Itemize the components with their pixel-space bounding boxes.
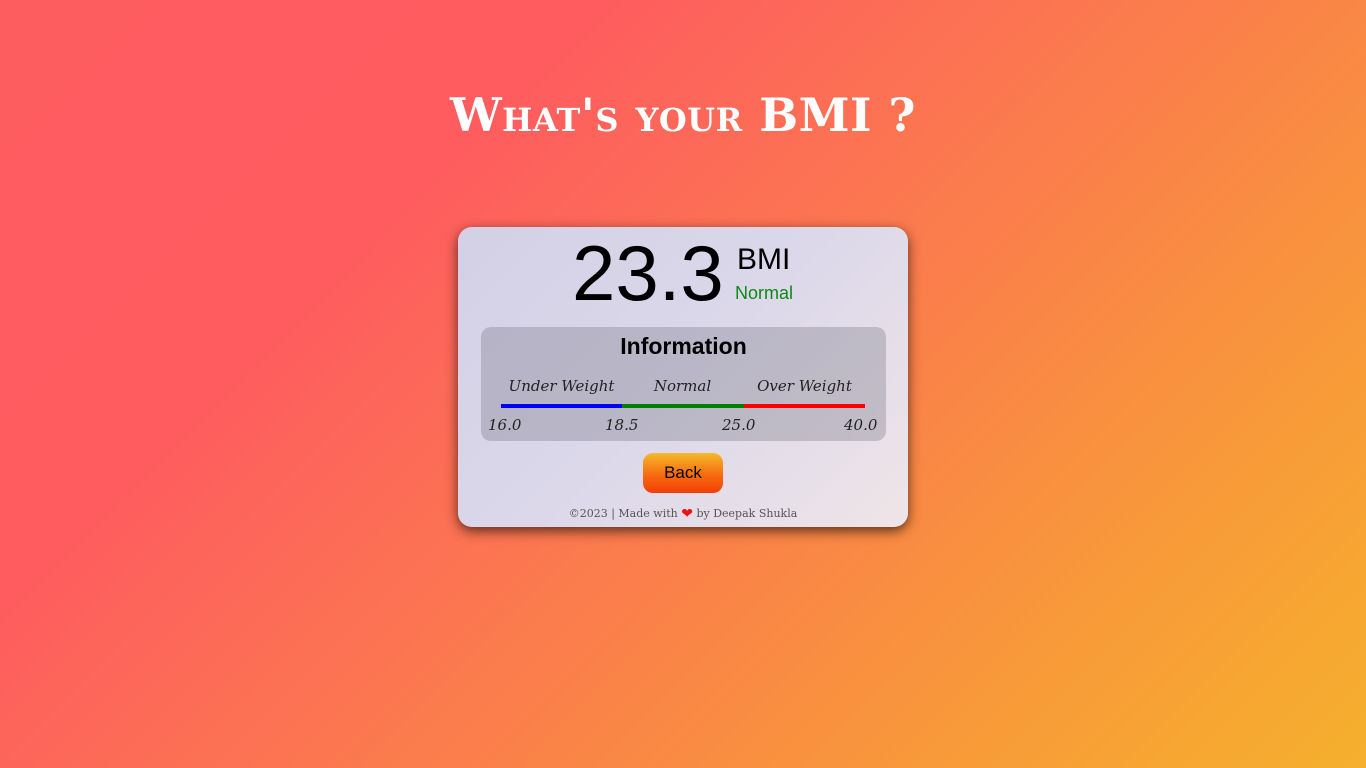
footer-author: by Deepak Shukla <box>696 507 798 520</box>
page-title: What's your BMI ? <box>449 88 916 142</box>
bmi-category: Normal <box>735 283 794 303</box>
range-label-underweight: Under Weight <box>508 377 615 395</box>
range-tick-normal-max: 25.0 <box>722 416 756 434</box>
range-bar-underweight <box>501 404 622 408</box>
bmi-result-card: 23.3 BMI Normal Information Under Weight… <box>458 227 908 527</box>
range-bar-overweight <box>744 404 865 408</box>
range-label-normal: Normal <box>653 377 712 395</box>
bmi-result: 23.3 BMI Normal <box>458 233 908 313</box>
range-tick-min: 16.0 <box>488 416 522 434</box>
footer: ©2023 | Made with ❤ by Deepak Shukla <box>458 506 908 522</box>
heart-icon: ❤ <box>681 506 693 522</box>
range-bar-normal <box>622 404 744 408</box>
information-title: Information <box>620 333 747 359</box>
range-label-overweight: Over Weight <box>757 377 852 395</box>
back-button[interactable]: Back <box>643 453 723 493</box>
bmi-value: 23.3 <box>572 229 724 317</box>
information-panel: Information Under Weight Normal Over Wei… <box>481 327 886 441</box>
range-tick-underweight-max: 18.5 <box>605 416 639 434</box>
bmi-label: BMI <box>737 243 791 276</box>
footer-prefix: ©2023 | Made with <box>568 507 678 520</box>
range-tick-max: 40.0 <box>844 416 878 434</box>
